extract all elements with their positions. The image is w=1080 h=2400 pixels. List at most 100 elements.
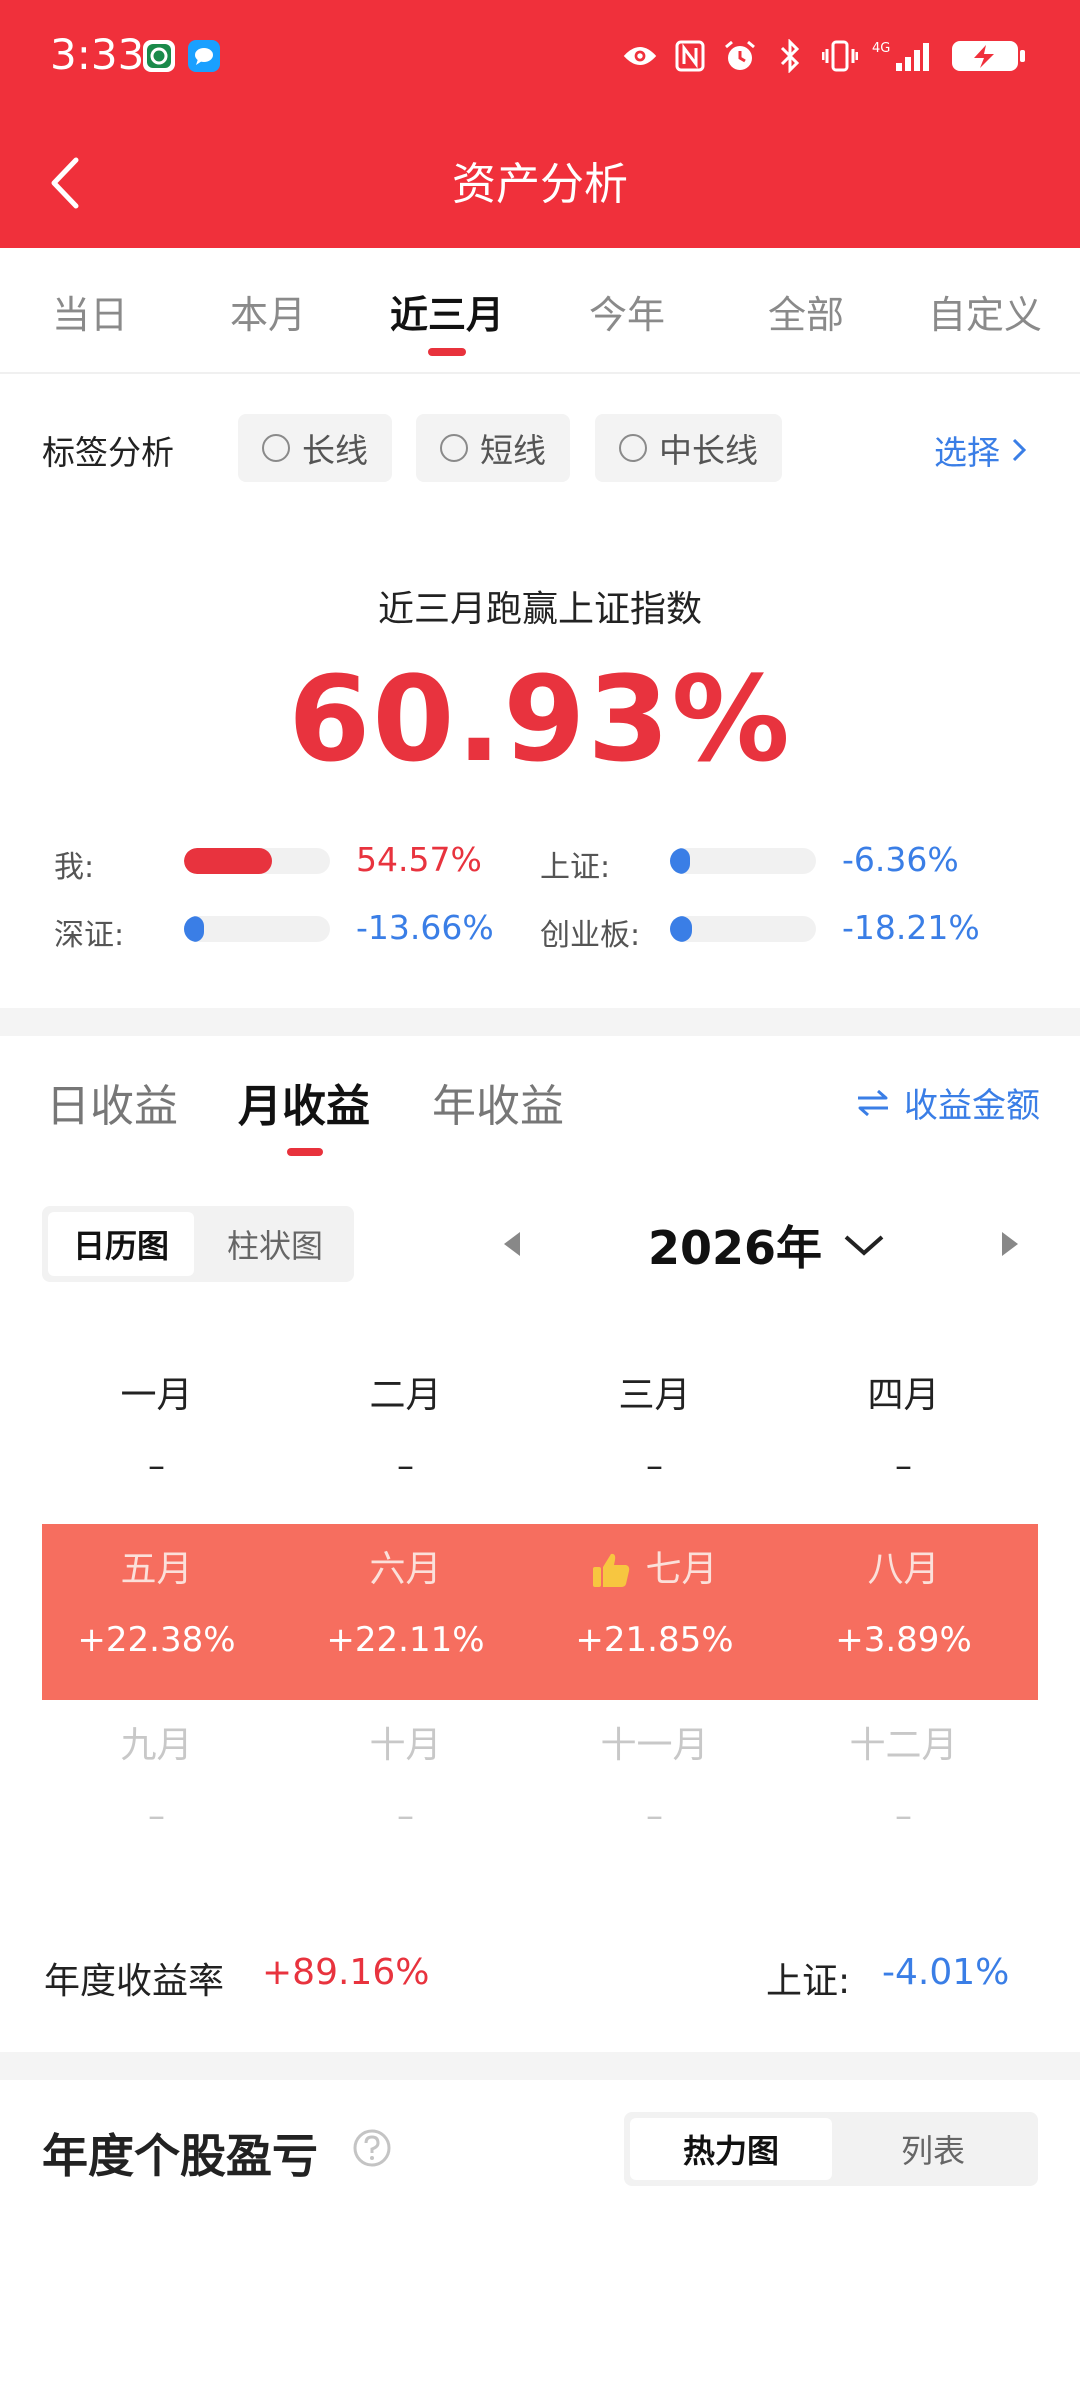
list-option[interactable]: 列表	[832, 2118, 1034, 2180]
period-tabs: 当日 本月 近三月 今年 全部 自定义	[0, 248, 1080, 374]
tab-custom[interactable]: 自定义	[895, 284, 1075, 339]
tab-last-three-months[interactable]: 近三月	[357, 284, 537, 339]
prev-year-button[interactable]	[500, 1230, 524, 1262]
compare-label-shanghai: 上证:	[540, 850, 611, 885]
year-label: 2026年	[648, 1221, 823, 1275]
swap-icon	[858, 1089, 888, 1116]
shanghai-annual-value: -4.01%	[882, 1952, 1010, 1993]
chevron-down-icon	[844, 1235, 884, 1256]
tab-yearly-earnings[interactable]: 年收益	[432, 1070, 564, 1134]
thumbs-up-icon	[593, 1553, 630, 1587]
month-cell-aug[interactable]: 八月 +3.89%	[779, 1546, 1028, 1662]
eye-icon	[622, 38, 658, 74]
month-return: +21.85%	[575, 1620, 734, 1660]
month-return: –	[148, 1446, 165, 1486]
month-cell-sep[interactable]: 九月 –	[32, 1722, 281, 1838]
tab-today[interactable]: 当日	[0, 284, 180, 339]
view-switch: 日历图 柱状图	[42, 1206, 354, 1282]
chevron-right-icon	[1012, 438, 1027, 462]
radio-icon	[262, 434, 290, 462]
earnings-tab-indicator	[287, 1148, 323, 1156]
month-return: –	[646, 1446, 663, 1486]
tab-daily-earnings[interactable]: 日收益	[46, 1070, 178, 1134]
compare-bar-shanghai	[670, 848, 816, 874]
month-name: 八月	[867, 1549, 940, 1590]
beat-index-value: 60.93%	[288, 650, 792, 788]
alarm-icon	[722, 38, 758, 74]
month-return: –	[895, 1796, 912, 1836]
compare-value-me: 54.57%	[356, 840, 482, 879]
compare-value-chinext: -18.21%	[842, 908, 980, 947]
compare-value-shenzhen: -13.66%	[356, 908, 494, 947]
month-name: 十二月	[849, 1725, 958, 1766]
toggle-earnings-amount-label: 收益金额	[904, 1086, 1040, 1126]
month-cell-apr[interactable]: 四月 –	[779, 1372, 1028, 1488]
question-mark-icon	[353, 2129, 391, 2167]
select-button[interactable]: 选择	[934, 426, 1028, 474]
tab-monthly-earnings[interactable]: 月收益	[238, 1070, 370, 1134]
compare-label-shenzhen: 深证:	[54, 918, 125, 953]
tab-all[interactable]: 全部	[716, 284, 896, 339]
calendar-view-option[interactable]: 日历图	[48, 1212, 194, 1276]
annual-stock-pnl-title: 年度个股盈亏	[42, 2129, 318, 2183]
month-cell-jan[interactable]: 一月 –	[32, 1372, 281, 1488]
triangle-right-icon	[1002, 1232, 1018, 1256]
next-year-button[interactable]	[998, 1230, 1022, 1262]
compare-fill-me	[184, 848, 272, 874]
month-name: 六月	[369, 1549, 442, 1590]
month-cell-nov[interactable]: 十一月 –	[530, 1722, 779, 1838]
month-cell-jul[interactable]: 七月 +21.85%	[530, 1546, 779, 1662]
month-return: –	[397, 1446, 414, 1486]
beat-index-title: 近三月跑赢上证指数	[377, 589, 702, 630]
nfc-icon	[672, 38, 708, 74]
help-button[interactable]	[352, 2128, 392, 2172]
shanghai-annual-label: 上证:	[766, 1961, 851, 2002]
tab-this-year[interactable]: 今年	[537, 284, 717, 339]
compare-fill-shanghai	[670, 848, 690, 874]
radio-icon	[440, 434, 468, 462]
chip-label: 短线	[480, 431, 546, 470]
month-cell-oct[interactable]: 十月 –	[281, 1722, 530, 1838]
chip-short-term[interactable]: 短线	[416, 414, 570, 482]
month-return: –	[148, 1796, 165, 1836]
signal-4g-icon: 4G	[872, 38, 936, 74]
toggle-earnings-amount-button[interactable]: 收益金额	[856, 1078, 1040, 1127]
month-return: +22.11%	[326, 1620, 485, 1660]
radio-icon	[619, 434, 647, 462]
chip-mid-long-term[interactable]: 中长线	[595, 414, 782, 482]
heatmap-option[interactable]: 热力图	[630, 2118, 832, 2180]
annual-return-label: 年度收益率	[44, 1961, 225, 2002]
month-name: 一月	[120, 1375, 193, 1416]
select-label: 选择	[934, 433, 1000, 472]
month-name: 二月	[369, 1375, 442, 1416]
compare-fill-shenzhen	[184, 916, 204, 942]
chip-label: 中长线	[659, 431, 758, 470]
month-name: 十一月	[600, 1725, 709, 1766]
bar-view-option[interactable]: 柱状图	[202, 1212, 348, 1276]
status-time: 3:33	[50, 30, 145, 79]
message-app-icon	[188, 40, 220, 72]
month-cell-jun[interactable]: 六月 +22.11%	[281, 1546, 530, 1662]
month-return: –	[895, 1446, 912, 1486]
month-cell-may[interactable]: 五月 +22.38%	[32, 1546, 281, 1662]
app-header: 3:33 4G 资产分析	[0, 0, 1080, 248]
triangle-left-icon	[504, 1232, 520, 1256]
pnl-view-switch: 热力图 列表	[624, 2112, 1038, 2186]
annual-return-value: +89.16%	[262, 1952, 430, 1993]
compare-value-shanghai: -6.36%	[842, 840, 959, 879]
tab-this-month[interactable]: 本月	[178, 284, 358, 339]
month-name: 十月	[369, 1725, 442, 1766]
month-cell-dec[interactable]: 十二月 –	[779, 1722, 1028, 1838]
chip-label: 长线	[302, 431, 368, 470]
section-divider	[0, 2052, 1080, 2080]
month-cell-mar[interactable]: 三月 –	[530, 1372, 779, 1488]
year-selector[interactable]: 2026年	[648, 1212, 886, 1278]
month-return: +22.38%	[77, 1620, 236, 1660]
compare-bar-chinext	[670, 916, 816, 942]
month-cell-feb[interactable]: 二月 –	[281, 1372, 530, 1488]
chip-long-term[interactable]: 长线	[238, 414, 392, 482]
month-return: +3.89%	[835, 1620, 972, 1660]
month-name: 七月	[645, 1549, 718, 1590]
battery-charging-icon	[950, 38, 1026, 74]
month-name: 九月	[120, 1725, 193, 1766]
